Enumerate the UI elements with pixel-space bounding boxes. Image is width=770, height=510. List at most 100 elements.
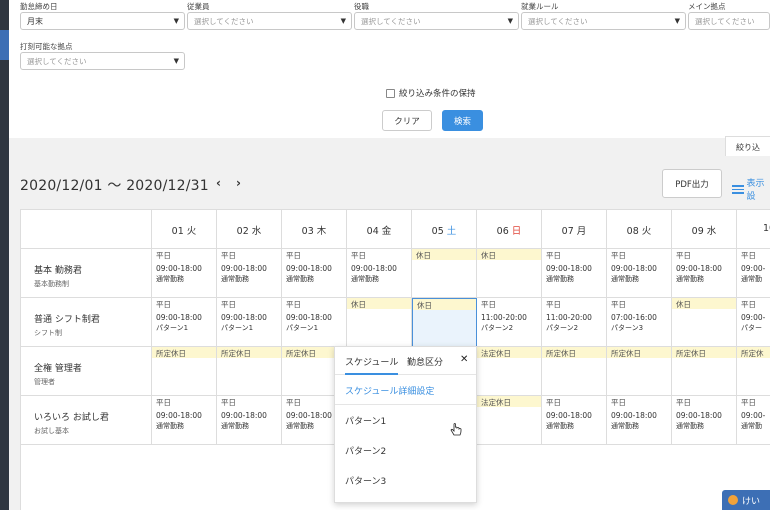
schedule-cell[interactable]: 休日 [412,298,477,347]
work-rule-select[interactable]: 選択してください ▼ [521,12,686,30]
schedule-cell[interactable]: 平日 09:00-18:00 パターン1 [152,298,217,347]
schedule-cell[interactable]: 平日 09:00-18:00 通常勤務 [607,396,672,445]
schedule-cell[interactable]: 平日 09:00- 通常勤 [737,249,770,298]
day-type-tag: 休日 [477,249,541,260]
day-type-tag: 所定休 [737,347,770,358]
schedule-cell[interactable]: 休日 [412,249,477,298]
narrow-filter-tab[interactable]: 絞り込 [725,136,770,156]
chevron-down-icon: ▼ [674,17,680,25]
day-type-tag: 平日 [741,300,756,309]
closing-day-value: 月末 [27,17,43,26]
shift-pattern: 通常勤務 [546,422,574,430]
close-icon[interactable]: ✕ [460,354,468,365]
day-type-tag: 平日 [221,300,236,309]
day-number: 10 [762,223,770,234]
day-header: 03 木 [282,210,347,249]
day-type-tag: 平日 [481,300,496,309]
schedule-cell[interactable]: 休日 [347,298,412,347]
main-site-select[interactable]: 選択してください [688,12,770,30]
day-type-tag: 休日 [413,299,476,310]
shift-pattern: 通常勤務 [156,422,184,430]
day-of-week: 土 [446,226,457,237]
tab-schedule[interactable]: スケジュール [345,355,399,375]
shift-pattern: パター [741,324,762,332]
day-number: 07 [561,226,574,237]
day-type-tag: 所定休日 [672,347,736,358]
help-chat-button[interactable]: けい [722,490,770,510]
schedule-cell[interactable]: 所定休日 [217,347,282,396]
search-button[interactable]: 検索 [442,110,483,131]
main-site-placeholder: 選択してください [695,17,755,26]
schedule-cell[interactable]: 平日 09:00- 通常勤 [737,396,770,445]
schedule-cell[interactable]: 法定休日 [477,396,542,445]
day-header: 06 日 [477,210,542,249]
employee-work-type: シフト制 [34,329,62,337]
schedule-cell[interactable]: 平日 09:00-18:00 通常勤務 [152,396,217,445]
pattern-option-3[interactable]: パターン3 [335,465,476,495]
shift-time: 09:00-18:00 [286,313,332,322]
day-type-tag: 平日 [546,251,561,260]
clear-button[interactable]: クリア [382,110,432,131]
schedule-cell[interactable]: 平日 09:00- パター [737,298,770,347]
schedule-cell[interactable]: 平日 09:00-18:00 通常勤務 [672,396,737,445]
shift-pattern: 通常勤務 [221,422,249,430]
schedule-cell[interactable]: 平日 09:00-18:00 通常勤務 [217,249,282,298]
day-type-tag: 平日 [611,300,626,309]
employee-select[interactable]: 選択してください ▼ [187,12,352,30]
shift-pattern: 通常勤務 [156,275,184,283]
schedule-cell[interactable]: 所定休日 [542,347,607,396]
schedule-cell[interactable]: 平日 09:00-18:00 通常勤務 [152,249,217,298]
schedule-cell[interactable]: 平日 09:00-18:00 パターン1 [282,298,347,347]
shift-pattern: パターン3 [611,324,644,332]
display-settings-button[interactable]: 表示設 [732,176,770,202]
prev-period-icon[interactable]: ‹ [216,176,221,190]
sliders-icon [732,184,744,194]
schedule-cell[interactable]: 平日 07:00-16:00 パターン3 [607,298,672,347]
schedule-cell[interactable]: 平日 09:00-18:00 通常勤務 [542,249,607,298]
schedule-cell[interactable]: 平日 09:00-18:00 通常勤務 [672,249,737,298]
schedule-cell[interactable]: 平日 11:00-20:00 パターン2 [477,298,542,347]
schedule-cell[interactable]: 所定休日 [152,347,217,396]
schedule-cell[interactable]: 平日 09:00-18:00 通常勤務 [542,396,607,445]
position-select[interactable]: 選択してください ▼ [354,12,519,30]
date-range: 2020/12/01 ～ 2020/12/31 [20,178,209,194]
schedule-cell[interactable]: 平日 09:00-18:00 通常勤務 [217,396,282,445]
shift-time: 09:00-18:00 [676,411,722,420]
schedule-cell[interactable]: 平日 09:00-18:00 パターン1 [217,298,282,347]
day-header: 04 金 [347,210,412,249]
employee-row-header: 全権 管理者 管理者 [21,347,152,396]
shift-time: 09:00-18:00 [221,411,267,420]
schedule-detail-link[interactable]: スケジュール詳細設定 [335,375,476,405]
day-number: 08 [626,226,639,237]
pdf-export-button[interactable]: PDF出力 [662,169,722,198]
shift-pattern: 通常勤務 [676,275,704,283]
shift-pattern: 通常勤務 [611,275,639,283]
schedule-cell[interactable]: 休日 [477,249,542,298]
shift-time: 09:00-18:00 [611,411,657,420]
schedule-cell[interactable]: 法定休日 [477,347,542,396]
shift-pattern: 通常勤務 [546,275,574,283]
day-type-tag: 法定休日 [477,396,541,407]
schedule-cell[interactable]: 休日 [672,298,737,347]
day-type-tag: 休日 [412,249,476,260]
shift-pattern: 通常勤 [741,422,762,430]
schedule-cell[interactable]: 所定休日 [607,347,672,396]
closing-day-select[interactable]: 月末 ▼ [20,12,185,30]
day-type-tag: 平日 [676,251,691,260]
clock-site-select[interactable]: 選択してください ▼ [20,52,185,70]
pattern-option-2[interactable]: パターン2 [335,435,476,465]
schedule-cell[interactable]: 所定休日 [672,347,737,396]
schedule-cell[interactable]: 平日 11:00-20:00 パターン2 [542,298,607,347]
schedule-cell[interactable]: 所定休 [737,347,770,396]
schedule-cell[interactable]: 平日 09:00-18:00 通常勤務 [347,249,412,298]
day-type-tag: 所定休日 [217,347,281,358]
tab-attendance-category[interactable]: 勤怠区分 [407,355,443,368]
schedule-cell[interactable]: 平日 09:00-18:00 通常勤務 [607,249,672,298]
day-of-week: 水 [251,226,262,237]
keep-filter-checkbox[interactable] [386,88,395,98]
day-type-tag: 平日 [676,398,691,407]
day-number: 05 [431,226,444,237]
next-period-icon[interactable]: › [236,176,241,190]
keep-filter-toggle[interactable]: 絞り込み条件の保持 [386,87,476,99]
schedule-cell[interactable]: 平日 09:00-18:00 通常勤務 [282,249,347,298]
